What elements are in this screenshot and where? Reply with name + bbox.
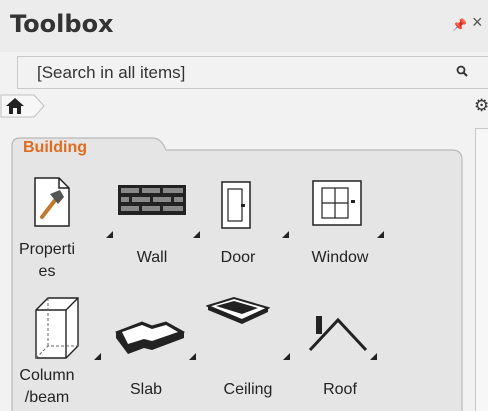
tool-window[interactable]: Window [298, 173, 390, 293]
close-icon[interactable]: × [472, 12, 483, 33]
search-placeholder: [Search in all items] [37, 63, 186, 82]
search-input[interactable]: [Search in all items] [17, 56, 488, 89]
tool-properties[interactable]: Properti es [14, 173, 122, 293]
panel-title: Toolbox [10, 10, 114, 38]
dropdown-indicator [189, 353, 196, 360]
tool-label: Properti es [18, 241, 76, 280]
ceiling-icon [206, 296, 270, 324]
dropdown-indicator [370, 353, 377, 360]
pin-icon[interactable]: 📌 [452, 18, 467, 32]
tool-door[interactable]: Door [204, 173, 296, 293]
tool-label: Ceiling [223, 381, 273, 398]
scrollbar[interactable] [475, 128, 488, 411]
tool-label: Window [311, 249, 369, 266]
dropdown-indicator [282, 231, 289, 238]
tool-label: Column /beam [19, 367, 75, 406]
tool-wall[interactable]: Wall [110, 173, 200, 293]
tool-label: Slab [129, 381, 163, 398]
tool-label: Roof [323, 381, 357, 398]
tool-column-beam[interactable]: Column /beam [14, 296, 122, 411]
window-icon [312, 180, 362, 226]
navigation-bar: ⚙ [0, 90, 488, 122]
tool-label: Wall [136, 249, 168, 266]
dropdown-indicator [94, 353, 101, 360]
gear-icon[interactable]: ⚙ [474, 96, 488, 116]
brick-wall-icon [118, 185, 186, 215]
dropdown-indicator [193, 231, 200, 238]
dropdown-indicator [377, 231, 384, 238]
hammer-properties-icon [34, 177, 70, 227]
tool-slab[interactable]: Slab [110, 296, 200, 411]
roof-icon [308, 316, 368, 352]
slab-icon [115, 321, 186, 354]
tool-label: Door [220, 249, 256, 266]
dropdown-indicator [283, 353, 290, 360]
tool-ceiling[interactable]: Ceiling [204, 296, 296, 411]
tool-roof[interactable]: Roof [298, 296, 390, 411]
toolbox-titlebar: Toolbox 📌 × [0, 0, 488, 52]
home-button[interactable] [0, 94, 50, 118]
search-icon[interactable] [456, 65, 470, 79]
door-icon [221, 181, 251, 229]
column-beam-icon [35, 297, 79, 359]
category-tab-building[interactable]: Building [23, 139, 87, 157]
